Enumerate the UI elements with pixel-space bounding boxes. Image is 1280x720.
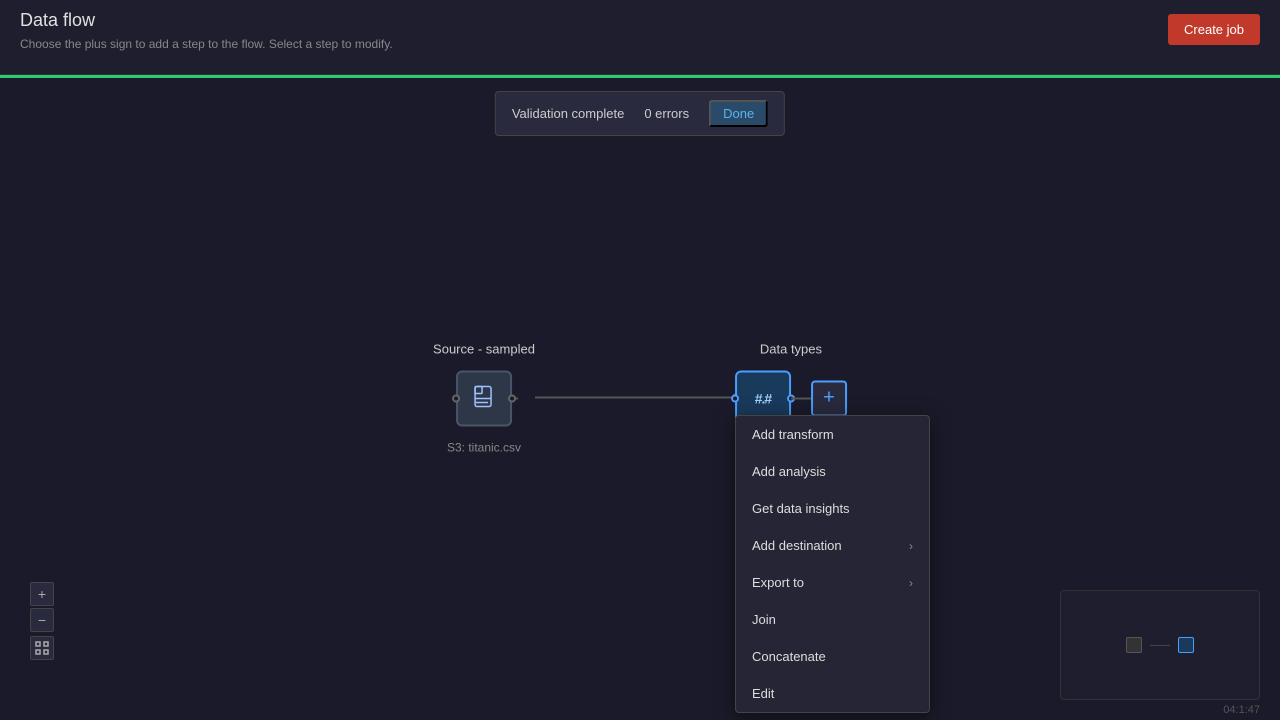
source-dot-left xyxy=(452,394,460,402)
source-dot-right xyxy=(508,394,516,402)
menu-item-get-data-insights[interactable]: Get data insights xyxy=(736,490,929,527)
header: Data flow Choose the plus sign to add a … xyxy=(0,0,1280,75)
mini-map xyxy=(1060,590,1260,700)
transform-dot-left xyxy=(731,394,739,402)
menu-item-add-analysis-label: Add analysis xyxy=(752,464,826,479)
plus-button-container: + xyxy=(791,380,847,416)
create-job-button[interactable]: Create job xyxy=(1168,14,1260,45)
validation-bar: Validation complete 0 errors Done xyxy=(495,91,785,136)
menu-item-join-label: Join xyxy=(752,612,776,627)
menu-item-concatenate-label: Concatenate xyxy=(752,649,826,664)
page-subtitle: Choose the plus sign to add a step to th… xyxy=(20,37,393,51)
validation-done-button[interactable]: Done xyxy=(709,100,768,127)
zoom-out-button[interactable]: − xyxy=(30,608,54,632)
context-menu: Add transform Add analysis Get data insi… xyxy=(735,415,930,713)
document-icon xyxy=(470,384,498,412)
transform-node-label: Data types xyxy=(760,341,822,356)
chevron-right-icon: › xyxy=(909,539,913,553)
menu-item-concatenate[interactable]: Concatenate xyxy=(736,638,929,675)
mini-map-inner xyxy=(1126,637,1194,653)
source-node[interactable] xyxy=(456,370,512,426)
connector-short xyxy=(791,397,811,399)
zoom-in-button[interactable]: + xyxy=(30,582,54,606)
source-node-sublabel: S3: titanic.csv xyxy=(447,440,521,454)
mini-node-source xyxy=(1126,637,1142,653)
validation-text: Validation complete xyxy=(512,106,625,121)
header-left: Data flow Choose the plus sign to add a … xyxy=(20,10,393,51)
fit-button[interactable] xyxy=(30,636,54,660)
page-title: Data flow xyxy=(20,10,393,31)
source-node-label: Source - sampled xyxy=(433,341,535,356)
chevron-right-icon-2: › xyxy=(909,576,913,590)
validation-errors: 0 errors xyxy=(644,106,689,121)
line1 xyxy=(535,397,735,399)
zoom-controls: + − xyxy=(30,582,54,660)
timestamp: 04:1:47 xyxy=(1223,704,1260,716)
flow-canvas: Validation complete 0 errors Done Source… xyxy=(0,75,1280,720)
add-step-button[interactable]: + xyxy=(811,380,847,416)
source-node-container: Source - sampled S3: titanic.csv xyxy=(433,341,535,454)
menu-item-add-destination[interactable]: Add destination › xyxy=(736,527,929,564)
menu-item-add-analysis[interactable]: Add analysis xyxy=(736,453,929,490)
fit-icon xyxy=(35,641,49,655)
menu-item-edit-label: Edit xyxy=(752,686,774,701)
menu-item-export-to-label: Export to xyxy=(752,575,804,590)
mini-connector xyxy=(1150,645,1170,646)
menu-item-add-transform[interactable]: Add transform xyxy=(736,416,929,453)
menu-item-export-to[interactable]: Export to › xyxy=(736,564,929,601)
menu-item-add-transform-label: Add transform xyxy=(752,427,834,442)
menu-item-get-data-insights-label: Get data insights xyxy=(752,501,850,516)
transform-icon: #.# xyxy=(755,390,771,406)
menu-item-edit[interactable]: Edit xyxy=(736,675,929,712)
menu-item-join[interactable]: Join xyxy=(736,601,929,638)
menu-item-add-destination-label: Add destination xyxy=(752,538,842,553)
mini-node-transform xyxy=(1178,637,1194,653)
connector-line xyxy=(535,397,735,399)
